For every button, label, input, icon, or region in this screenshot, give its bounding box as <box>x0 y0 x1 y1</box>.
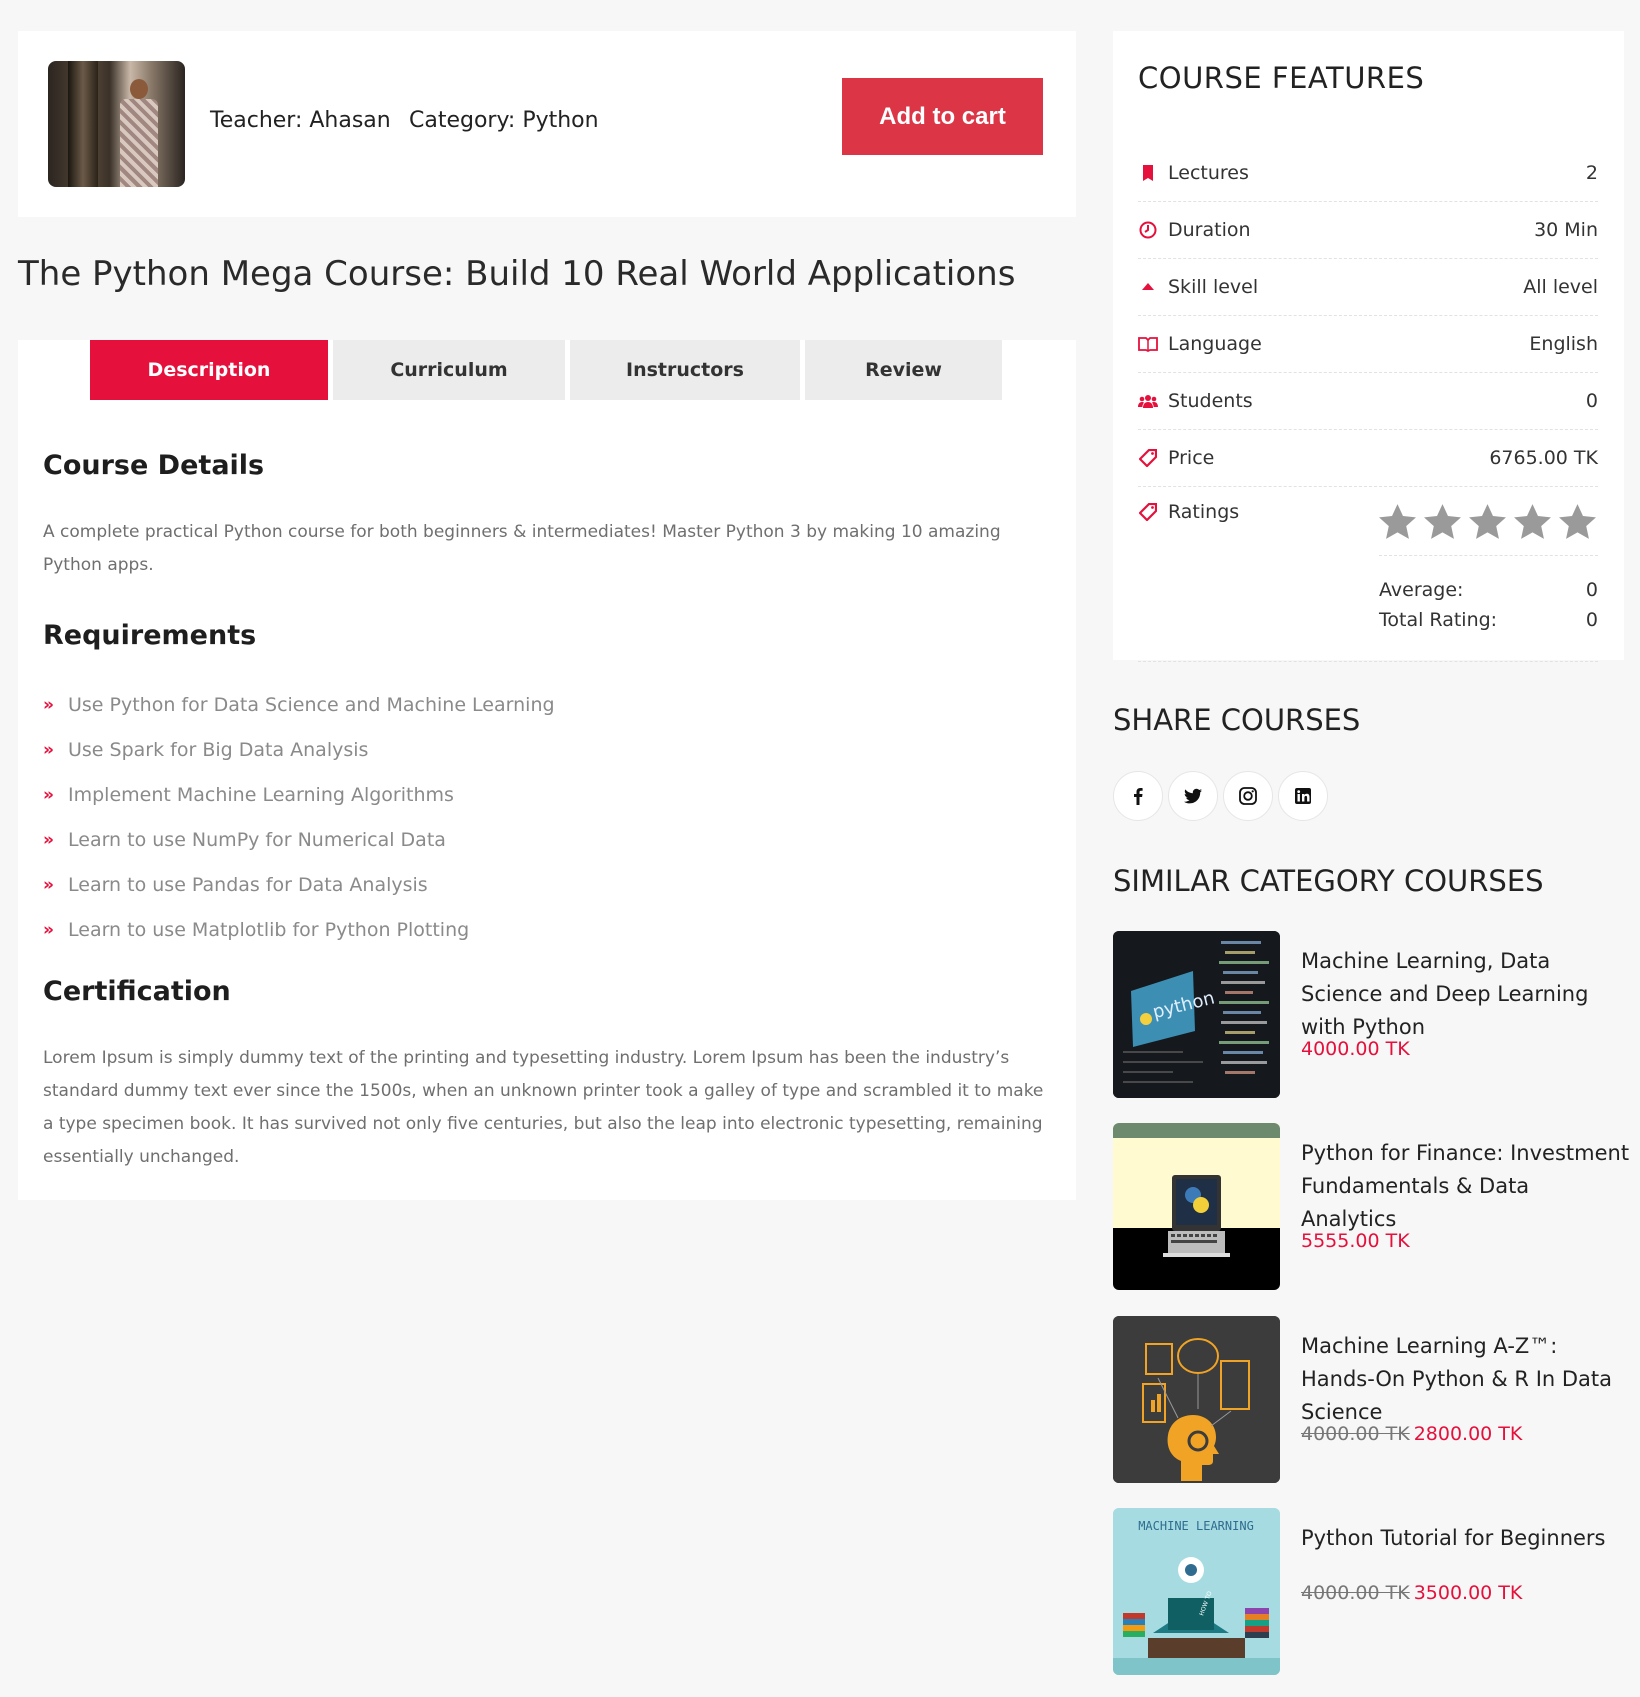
tab-instructors[interactable]: Instructors <box>570 340 800 400</box>
course-header-card: Teacher: Ahasan Category: Python Add to … <box>18 31 1076 217</box>
tab-review[interactable]: Review <box>805 340 1002 400</box>
similar-course-price: 5555.00 TK <box>1301 1230 1410 1252</box>
add-to-cart-button[interactable]: Add to cart <box>842 78 1043 155</box>
language-book-icon <box>1138 336 1158 352</box>
teacher-label: Teacher: <box>210 108 303 133</box>
similar-course-price: 4000.00 TK 3500.00 TK <box>1301 1582 1523 1604</box>
similar-course-item[interactable]: Machine Learning A-Z™: Hands-On Python &… <box>1113 1316 1633 1483</box>
requirement-item: » Use Python for Data Science and Machine… <box>43 693 555 716</box>
requirement-item: » Learn to use Matplotlib for Python Plot… <box>43 918 470 941</box>
bookmark-icon <box>1138 165 1158 181</box>
similar-course-name[interactable]: Machine Learning, Data Science and Deep … <box>1301 945 1631 1044</box>
course-tabs: Description Curriculum Instructors Revie… <box>90 340 1002 400</box>
similar-course-price: 4000.00 TK 2800.00 TK <box>1301 1423 1523 1445</box>
feature-lectures: Lectures 2 <box>1138 145 1598 202</box>
level-up-icon <box>1138 282 1158 292</box>
course-title: The Python Mega Course: Build 10 Real Wo… <box>18 254 1016 294</box>
old-price: 4000.00 TK <box>1301 1582 1410 1604</box>
price-tag-icon <box>1138 449 1158 467</box>
requirements-heading: Requirements <box>43 620 257 651</box>
clock-icon <box>1138 221 1158 239</box>
star-icon <box>1559 504 1596 539</box>
double-chevron-right-icon: » <box>43 694 54 715</box>
price-tag-icon <box>1138 503 1158 521</box>
rating-total: Total Rating: 0 <box>1379 609 1598 631</box>
requirements-list: » Use Python for Data Science and Machine… <box>43 682 555 952</box>
similar-course-name[interactable]: Python for Finance: Investment Fundament… <box>1301 1137 1631 1236</box>
course-thumbnail-image[interactable]: MACHINE LEARNING HOW TO <box>1113 1508 1280 1675</box>
similar-course-price: 4000.00 TK <box>1301 1038 1410 1060</box>
feature-value: 6765.00 TK <box>1489 447 1598 469</box>
twitter-icon[interactable] <box>1168 771 1218 821</box>
course-features-list: Lectures 2 Duration 30 Min Skill level A… <box>1138 145 1598 662</box>
course-details-text: A complete practical Python course for b… <box>43 522 1001 575</box>
similar-course-name[interactable]: Machine Learning A-Z™: Hands-On Python &… <box>1301 1330 1631 1429</box>
certification-heading: Certification <box>43 976 231 1007</box>
feature-value: 0 <box>1585 390 1598 412</box>
tab-curriculum[interactable]: Curriculum <box>333 340 565 400</box>
star-icon <box>1514 504 1551 539</box>
category-label: Category: <box>409 108 516 133</box>
teacher-name-link[interactable]: Ahasan <box>309 108 390 133</box>
feature-value: All level <box>1523 276 1598 298</box>
share-icons <box>1113 771 1328 821</box>
teacher-avatar <box>48 61 185 187</box>
similar-course-name[interactable]: Python Tutorial for Beginners <box>1301 1522 1631 1555</box>
feature-value: 2 <box>1585 162 1598 184</box>
course-details-heading: Course Details <box>43 450 265 481</box>
feature-duration: Duration 30 Min <box>1138 202 1598 259</box>
course-thumbnail-image[interactable] <box>1113 1123 1280 1290</box>
course-features-card: COURSE FEATURES Lectures 2 Duration 30 M… <box>1113 31 1624 662</box>
double-chevron-right-icon: » <box>43 829 54 850</box>
course-thumbnail-image[interactable] <box>1113 1316 1280 1483</box>
requirement-item: » Learn to use Pandas for Data Analysis <box>43 873 428 896</box>
feature-value: English <box>1529 333 1598 355</box>
similar-course-item[interactable]: MACHINE LEARNING HOW TO Python Tutorial … <box>1113 1508 1633 1675</box>
similar-course-item[interactable]: Python for Finance: Investment Fundament… <box>1113 1123 1633 1290</box>
double-chevron-right-icon: » <box>43 919 54 940</box>
feature-skill-level: Skill level All level <box>1138 259 1598 316</box>
old-price: 4000.00 TK <box>1301 1423 1410 1445</box>
star-icon <box>1424 504 1461 539</box>
facebook-icon[interactable] <box>1113 771 1163 821</box>
course-features-title: COURSE FEATURES <box>1138 61 1425 95</box>
feature-price: Price 6765.00 TK <box>1138 430 1598 487</box>
requirement-item: » Learn to use NumPy for Numerical Data <box>43 828 446 851</box>
share-courses-title: SHARE COURSES <box>1113 703 1361 737</box>
double-chevron-right-icon: » <box>43 784 54 805</box>
feature-students: Students 0 <box>1138 373 1598 430</box>
feature-value: 30 Min <box>1534 219 1598 241</box>
double-chevron-right-icon: » <box>43 739 54 760</box>
feature-language: Language English <box>1138 316 1598 373</box>
category-name-link[interactable]: Python <box>522 108 598 133</box>
requirement-item: » Use Spark for Big Data Analysis <box>43 738 369 761</box>
requirement-item: » Implement Machine Learning Algorithms <box>43 783 454 806</box>
teacher-meta: Teacher: Ahasan <box>210 108 391 133</box>
similar-courses-title: SIMILAR CATEGORY COURSES <box>1113 864 1544 898</box>
ml-book-text: MACHINE LEARNING <box>1138 1519 1254 1533</box>
linkedin-icon[interactable] <box>1278 771 1328 821</box>
course-thumbnail-image[interactable]: python <box>1113 931 1280 1098</box>
feature-ratings: Ratings Average: 0 Total Rating: 0 <box>1138 487 1598 662</box>
double-chevron-right-icon: » <box>43 874 54 895</box>
instagram-icon[interactable] <box>1223 771 1273 821</box>
course-description-card: Description Curriculum Instructors Revie… <box>18 340 1076 1200</box>
star-icon <box>1469 504 1506 539</box>
certification-text: Lorem Ipsum is simply dummy text of the … <box>43 1048 1044 1167</box>
rating-stars <box>1377 501 1598 543</box>
star-icon <box>1379 504 1416 539</box>
tab-description[interactable]: Description <box>90 340 328 400</box>
users-icon <box>1138 393 1158 409</box>
similar-course-item[interactable]: python Machine Learning, Data Science an… <box>1113 931 1633 1098</box>
category-meta: Category: Python <box>409 108 599 133</box>
rating-average: Average: 0 <box>1379 579 1598 601</box>
